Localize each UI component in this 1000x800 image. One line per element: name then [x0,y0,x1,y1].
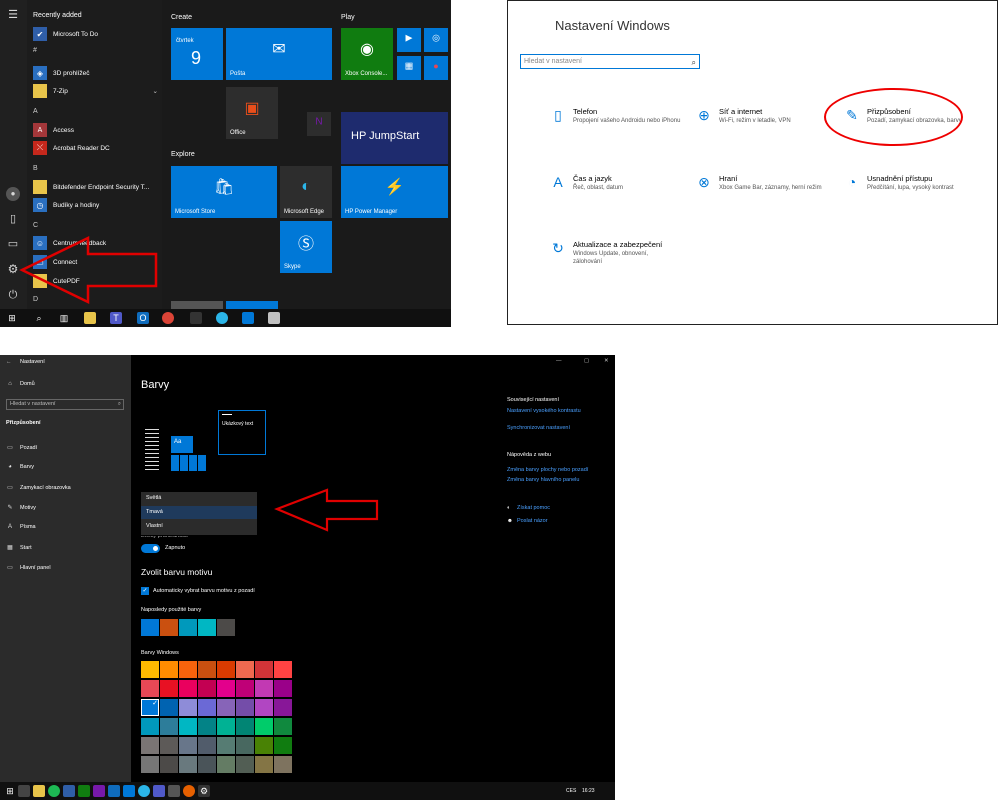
windows-color-swatch[interactable] [198,661,216,678]
windows-color-swatch[interactable] [236,756,254,773]
recent-color-swatch[interactable] [217,619,235,636]
windows-color-swatch[interactable] [141,718,159,735]
tray-language[interactable]: CES [566,788,576,794]
selected-check-icon: ✓ [152,700,158,707]
windows-color-swatch[interactable] [160,680,178,697]
windows-color-swatch[interactable] [141,756,159,773]
windows-color-swatch[interactable] [179,680,197,697]
accessibility-icon: ◔ [847,174,857,190]
category-desc: Xbox Game Bar, záznamy, herní režim [719,185,822,191]
windows-color-swatch[interactable] [217,737,235,754]
windows-color-swatch[interactable] [236,661,254,678]
category-title: Usnadnění přístupu [867,174,933,183]
windows-color-swatch[interactable] [274,718,292,735]
start-menu-screenshot: ☰ ● ▯ ▭ ⚙ ⏻ Recently added ✔ Microsoft To… [0,0,451,327]
windows-color-swatch[interactable] [198,737,216,754]
phone-icon: ▯ [554,107,562,123]
search-icon[interactable] [18,785,30,797]
windows-color-swatch[interactable] [141,680,159,697]
xbox-icon: ⊗ [698,174,710,190]
firefox-icon[interactable] [183,785,195,797]
windows-color-swatch[interactable] [141,661,159,678]
explorer-icon[interactable] [33,785,45,797]
outlook-icon[interactable] [108,785,120,797]
annotation-circle [824,88,963,146]
category-title: Síť a internet [719,107,763,116]
windows-color-swatch[interactable] [179,737,197,754]
windows-color-swatch[interactable] [198,756,216,773]
time-language-icon: A [553,174,563,190]
update-icon: ↻ [552,240,564,256]
windows-color-swatch[interactable] [236,680,254,697]
category-title: Čas a jazyk [573,174,612,183]
windows-color-swatch[interactable] [198,699,216,716]
windows-color-swatch[interactable] [255,737,273,754]
windows-color-swatch[interactable] [160,661,178,678]
app-icon[interactable] [168,785,180,797]
taskbar: ⊞ ⚙ CES 16:23 [0,782,615,800]
gear-icon[interactable]: ⚙ [198,785,210,797]
search-placeholder: Hledat v nastavení [524,58,582,65]
windows-color-swatch[interactable] [255,699,273,716]
windows-color-swatch[interactable] [179,699,197,716]
windows-color-swatch[interactable] [255,756,273,773]
tray-clock[interactable]: 16:23 [582,788,595,794]
edge-icon[interactable] [138,785,150,797]
todo-icon[interactable] [63,785,75,797]
category-title: Aktualizace a zabezpečení [573,240,663,249]
windows-color-swatch[interactable] [160,718,178,735]
globe-icon: ⊕ [698,107,710,123]
windows-color-swatch[interactable] [236,718,254,735]
teams-icon[interactable] [153,785,165,797]
windows-color-swatch[interactable] [217,661,235,678]
windows-color-swatch[interactable] [179,661,197,678]
windows-color-swatch[interactable] [255,661,273,678]
recent-color-swatch[interactable] [179,619,197,636]
windows-color-swatch[interactable] [160,756,178,773]
search-icon: ⌕ [691,58,696,67]
recent-color-swatch[interactable] [198,619,216,636]
windows-color-swatch[interactable] [217,680,235,697]
search-input[interactable]: Hledat v nastavení ⌕ [520,54,700,69]
category-title: Telefon [573,107,598,116]
windows-color-swatch[interactable] [274,737,292,754]
recent-color-swatch[interactable] [160,619,178,636]
app-icon[interactable] [123,785,135,797]
category-desc: Propojení vašeho Androidu nebo iPhonu [573,118,681,124]
windows-color-swatch[interactable] [141,737,159,754]
windows-color-swatch[interactable] [274,699,292,716]
windows-color-swatch[interactable] [179,756,197,773]
onenote-icon[interactable] [93,785,105,797]
windows-color-swatch[interactable] [255,680,273,697]
windows-color-swatch[interactable] [217,699,235,716]
annotation-arrow-gear [19,236,158,304]
windows-color-swatch[interactable] [274,661,292,678]
windows-color-swatch[interactable] [198,680,216,697]
colors-settings-screenshot: ← Nastavení ⌂ Domů Hledat v nastavení ⌕ P… [0,355,615,800]
windows-settings-screenshot: Nastavení Windows Hledat v nastavení ⌕ ▯… [507,0,998,325]
category-desc: Wi-Fi, režim v letadle, VPN [719,118,791,124]
windows-color-swatch[interactable] [236,699,254,716]
windows-color-swatch[interactable] [160,699,178,716]
recent-color-swatch[interactable] [141,619,159,636]
windows-start-icon[interactable]: ⊞ [4,785,16,797]
annotation-arrow-dropdown [274,488,379,532]
category-desc: Windows Update, obnovení, zálohování [573,251,649,265]
category-desc: Předčítání, lupa, vysoký kontrast [867,185,954,191]
category-title: Hraní [719,174,738,183]
windows-color-swatch[interactable]: ✓ [141,699,159,716]
page-title: Nastavení Windows [555,18,670,33]
spotify-icon[interactable] [48,785,60,797]
windows-color-swatch[interactable] [255,718,273,735]
windows-color-swatch[interactable] [217,718,235,735]
windows-color-swatch[interactable] [236,737,254,754]
windows-color-swatch[interactable] [198,718,216,735]
windows-color-swatch[interactable] [217,756,235,773]
category-desc: Řeč, oblast, datum [573,185,624,191]
windows-color-swatch[interactable] [274,756,292,773]
windows-color-swatch[interactable] [160,737,178,754]
xbox-icon[interactable] [78,785,90,797]
windows-color-swatch[interactable] [179,718,197,735]
windows-color-swatch[interactable] [274,680,292,697]
